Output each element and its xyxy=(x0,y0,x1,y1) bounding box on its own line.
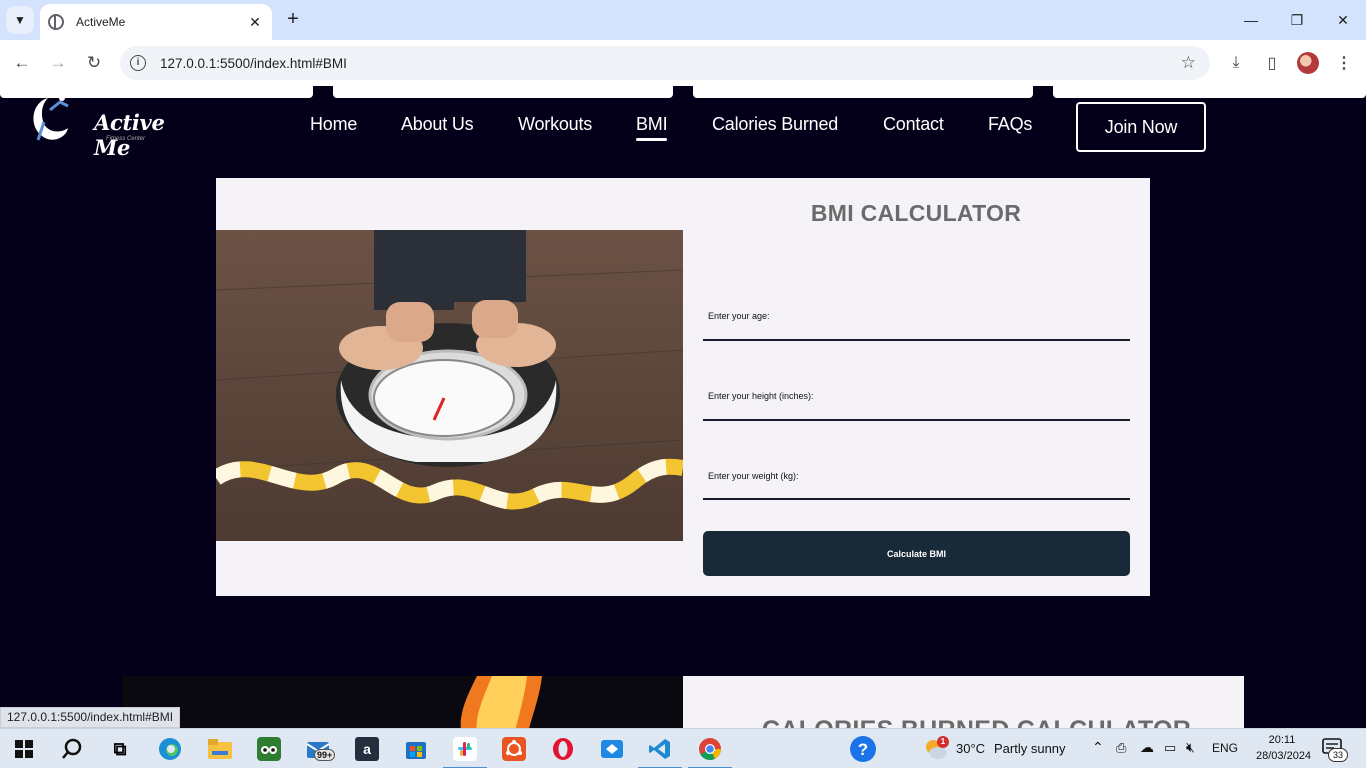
logo-text: Active Me xyxy=(94,110,165,160)
nav-home[interactable]: Home xyxy=(310,114,357,135)
search-icon[interactable] xyxy=(58,735,86,763)
close-window-icon[interactable]: ✕ xyxy=(1320,0,1366,40)
chevron-down-icon: ▼ xyxy=(14,13,26,27)
nav-bmi[interactable]: BMI xyxy=(636,114,668,141)
browser-tab-strip: ▼ ActiveMe ✕ + — ❐ ✕ xyxy=(0,0,1366,40)
top-card-edge xyxy=(1053,86,1366,98)
speaker-muted-icon[interactable]: 🔇︎ xyxy=(1186,739,1195,756)
slack-icon[interactable] xyxy=(443,735,487,768)
mail-icon[interactable]: 99+ xyxy=(304,735,336,763)
weather-icon[interactable]: 1 xyxy=(922,735,950,763)
vscode-icon[interactable] xyxy=(638,735,682,768)
height-label: Enter your height (inches): xyxy=(708,391,814,401)
language-indicator[interactable]: ENG xyxy=(1212,741,1238,755)
address-url[interactable]: 127.0.0.1:5500/index.html#BMI xyxy=(160,56,347,71)
profile-avatar[interactable] xyxy=(1297,52,1319,74)
svg-text:a: a xyxy=(363,741,371,757)
scale-photo xyxy=(216,230,683,541)
clock[interactable]: 20:11 28/03/2024 xyxy=(1256,732,1312,764)
mail-badge: 99+ xyxy=(314,749,336,761)
bmi-title: BMI CALCULATOR xyxy=(810,200,1022,226)
battery-icon[interactable]: ▭ xyxy=(1164,740,1176,756)
clock-time: 20:11 xyxy=(1268,734,1296,746)
nav-calories-burned[interactable]: Calories Burned xyxy=(712,114,838,135)
tab-search-button[interactable]: ▼ xyxy=(6,6,34,34)
status-bar-url: 127.0.0.1:5500/index.html#BMI xyxy=(0,707,181,728)
chevron-up-icon[interactable]: ⌃ xyxy=(1092,739,1104,756)
weather-desc: Partly sunny xyxy=(994,741,1066,756)
join-now-button[interactable]: Join Now xyxy=(1076,102,1206,152)
clock-date: 28/03/2024 xyxy=(1256,750,1312,762)
help-icon[interactable]: ? xyxy=(849,735,877,763)
fire-photo xyxy=(122,676,683,728)
reload-icon[interactable]: ↻ xyxy=(80,49,108,77)
height-input[interactable] xyxy=(703,419,1130,421)
menu-kebab-icon[interactable]: ⋮ xyxy=(1332,51,1356,75)
windows-taskbar: ⧉ 99+ a ? 1 30°C Partly sunny ⌃ ⎙ ☁ ▭ 🔇︎… xyxy=(0,728,1366,768)
weight-input[interactable] xyxy=(703,498,1130,500)
page-viewport: Active Me Fitness Center Home About Us W… xyxy=(0,86,1366,728)
calories-title: CALORIES BURNED CALCULATOR xyxy=(762,716,1191,728)
age-label: Enter your age: xyxy=(708,311,770,321)
nav-contact[interactable]: Contact xyxy=(883,114,944,135)
edge-icon[interactable] xyxy=(156,735,184,763)
nav-workouts[interactable]: Workouts xyxy=(518,114,592,135)
weather-badge: 1 xyxy=(937,736,949,748)
minimize-icon[interactable]: — xyxy=(1228,0,1274,40)
logo-subtitle: Fitness Center xyxy=(106,136,146,142)
task-view-icon[interactable]: ⧉ xyxy=(106,735,134,763)
weight-label: Enter your weight (kg): xyxy=(708,471,799,481)
calories-panel: CALORIES BURNED CALCULATOR xyxy=(683,676,1244,728)
download-icon[interactable]: ⤓ xyxy=(1224,51,1248,75)
calculate-bmi-button[interactable]: Calculate BMI xyxy=(703,531,1130,576)
remote-desktop-icon[interactable] xyxy=(598,735,626,763)
top-card-edge xyxy=(693,86,1033,98)
close-tab-icon[interactable]: ✕ xyxy=(246,14,264,31)
back-arrow-icon[interactable]: ← xyxy=(8,49,36,77)
new-tab-button[interactable]: + xyxy=(282,8,304,30)
site-info-icon[interactable]: i xyxy=(130,55,146,71)
site-logo[interactable]: Active Me Fitness Center xyxy=(22,88,182,160)
side-panel-icon[interactable]: ▯ xyxy=(1260,51,1284,75)
calories-section: CALORIES BURNED CALCULATOR xyxy=(122,676,1244,728)
top-card-edge xyxy=(333,86,673,98)
opera-icon[interactable] xyxy=(549,735,577,763)
tripadvisor-icon[interactable] xyxy=(255,735,283,763)
chrome-icon[interactable] xyxy=(688,735,732,768)
bookmark-star-icon[interactable]: ☆ xyxy=(1181,53,1196,73)
globe-icon xyxy=(48,14,64,30)
ubuntu-icon[interactable] xyxy=(500,735,528,763)
store-icon[interactable] xyxy=(402,735,430,763)
runner-logo-icon xyxy=(33,95,69,141)
bmi-calculator-card: BMI CALCULATOR Enter your age: Enter you… xyxy=(216,178,1150,596)
age-input[interactable] xyxy=(703,339,1130,341)
file-explorer-icon[interactable] xyxy=(206,735,234,763)
windows-start-icon[interactable] xyxy=(10,735,38,763)
onedrive-icon[interactable]: ☁ xyxy=(1140,739,1154,756)
browser-tab[interactable]: ActiveMe ✕ xyxy=(40,4,272,40)
restore-icon[interactable]: ❐ xyxy=(1274,0,1320,40)
browser-toolbar: ← → ↻ i 127.0.0.1:5500/index.html#BMI ☆ … xyxy=(0,40,1366,86)
forward-arrow-icon[interactable]: → xyxy=(44,49,72,77)
amazon-icon[interactable]: a xyxy=(353,735,381,763)
nav-about-us[interactable]: About Us xyxy=(401,114,474,135)
notification-count: 33 xyxy=(1328,748,1348,762)
address-bar[interactable]: i 127.0.0.1:5500/index.html#BMI ☆ xyxy=(120,46,1210,80)
weather-temp: 30°C xyxy=(956,741,986,756)
tab-title: ActiveMe xyxy=(76,15,126,29)
nav-faqs[interactable]: FAQs xyxy=(988,114,1032,135)
svg-text:?: ? xyxy=(858,740,868,759)
meet-icon[interactable]: ⎙ xyxy=(1116,740,1126,756)
